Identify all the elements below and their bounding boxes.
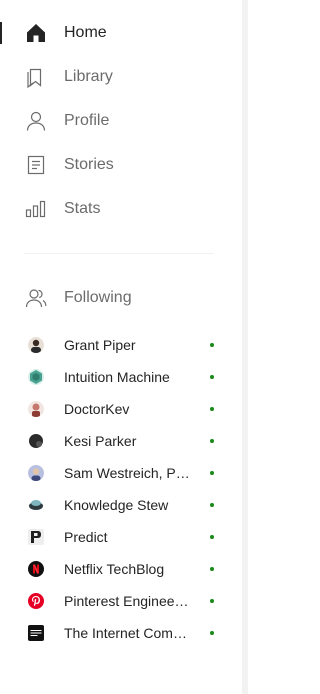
nav-label-home: Home [64, 24, 107, 41]
following-name: Grant Piper [64, 337, 136, 353]
following-item-grant-piper[interactable]: Grant Piper [28, 335, 218, 355]
new-post-dot [210, 471, 214, 475]
nav-label-library: Library [64, 68, 113, 85]
following-name: The Internet Comp… [64, 625, 192, 641]
nav-item-library[interactable]: Library [24, 62, 113, 92]
nav-item-home[interactable]: Home [24, 18, 107, 48]
divider [24, 253, 214, 254]
following-name: Predict [64, 529, 108, 545]
following-name: Sam Westreich, PhD [64, 465, 192, 481]
new-post-dot [210, 567, 214, 571]
nav-item-stats[interactable]: Stats [24, 194, 100, 224]
bookmark-icon [24, 65, 48, 89]
stats-icon [24, 197, 48, 221]
new-post-dot [210, 375, 214, 379]
nav-label-stories: Stories [64, 156, 114, 173]
following-item-knowledge-stew[interactable]: Knowledge Stew [28, 495, 218, 515]
following-name: Pinterest Engineer… [64, 593, 192, 609]
profile-icon [24, 109, 48, 133]
new-post-dot [210, 503, 214, 507]
active-indicator [0, 22, 2, 44]
avatar [28, 433, 44, 449]
nav-item-profile[interactable]: Profile [24, 106, 109, 136]
avatar [28, 497, 44, 513]
following-item-pinterest-engineering[interactable]: Pinterest Engineer… [28, 591, 218, 611]
avatar [28, 401, 44, 417]
following-item-kesi-parker[interactable]: Kesi Parker [28, 431, 218, 451]
following-item-the-internet-company[interactable]: The Internet Comp… [28, 623, 218, 643]
following-name: DoctorKev [64, 401, 130, 417]
home-icon [24, 21, 48, 45]
following-item-doctorkev[interactable]: DoctorKev [28, 399, 218, 419]
new-post-dot [210, 535, 214, 539]
stories-icon [24, 153, 48, 177]
following-item-predict[interactable]: Predict [28, 527, 218, 547]
nav-label-profile: Profile [64, 112, 110, 129]
new-post-dot [210, 439, 214, 443]
nav-label-stats: Stats [64, 200, 101, 217]
avatar [28, 369, 44, 385]
following-item-netflix-techblog[interactable]: Netflix TechBlog [28, 559, 218, 579]
new-post-dot [210, 599, 214, 603]
following-icon [24, 286, 48, 310]
pinterest-logo [28, 593, 44, 609]
new-post-dot [210, 407, 214, 411]
avatar [28, 337, 44, 353]
following-name: Intuition Machine [64, 369, 170, 385]
new-post-dot [210, 631, 214, 635]
predict-logo [28, 529, 44, 545]
following-item-sam-westreich[interactable]: Sam Westreich, PhD [28, 463, 218, 483]
left-sidebar: Home Library Profile Stories Stats Follo… [0, 0, 248, 694]
the-internet-company-logo [28, 625, 44, 641]
avatar [28, 465, 44, 481]
following-name: Knowledge Stew [64, 497, 169, 513]
following-item-intuition-machine[interactable]: Intuition Machine [28, 367, 218, 387]
sidebar-border [242, 0, 248, 694]
following-name: Netflix TechBlog [64, 561, 165, 577]
following-label: Following [64, 289, 132, 306]
following-name: Kesi Parker [64, 433, 137, 449]
netflix-logo [28, 561, 44, 577]
nav-item-following[interactable]: Following [24, 283, 132, 313]
nav-item-stories[interactable]: Stories [24, 150, 114, 180]
new-post-dot [210, 343, 214, 347]
